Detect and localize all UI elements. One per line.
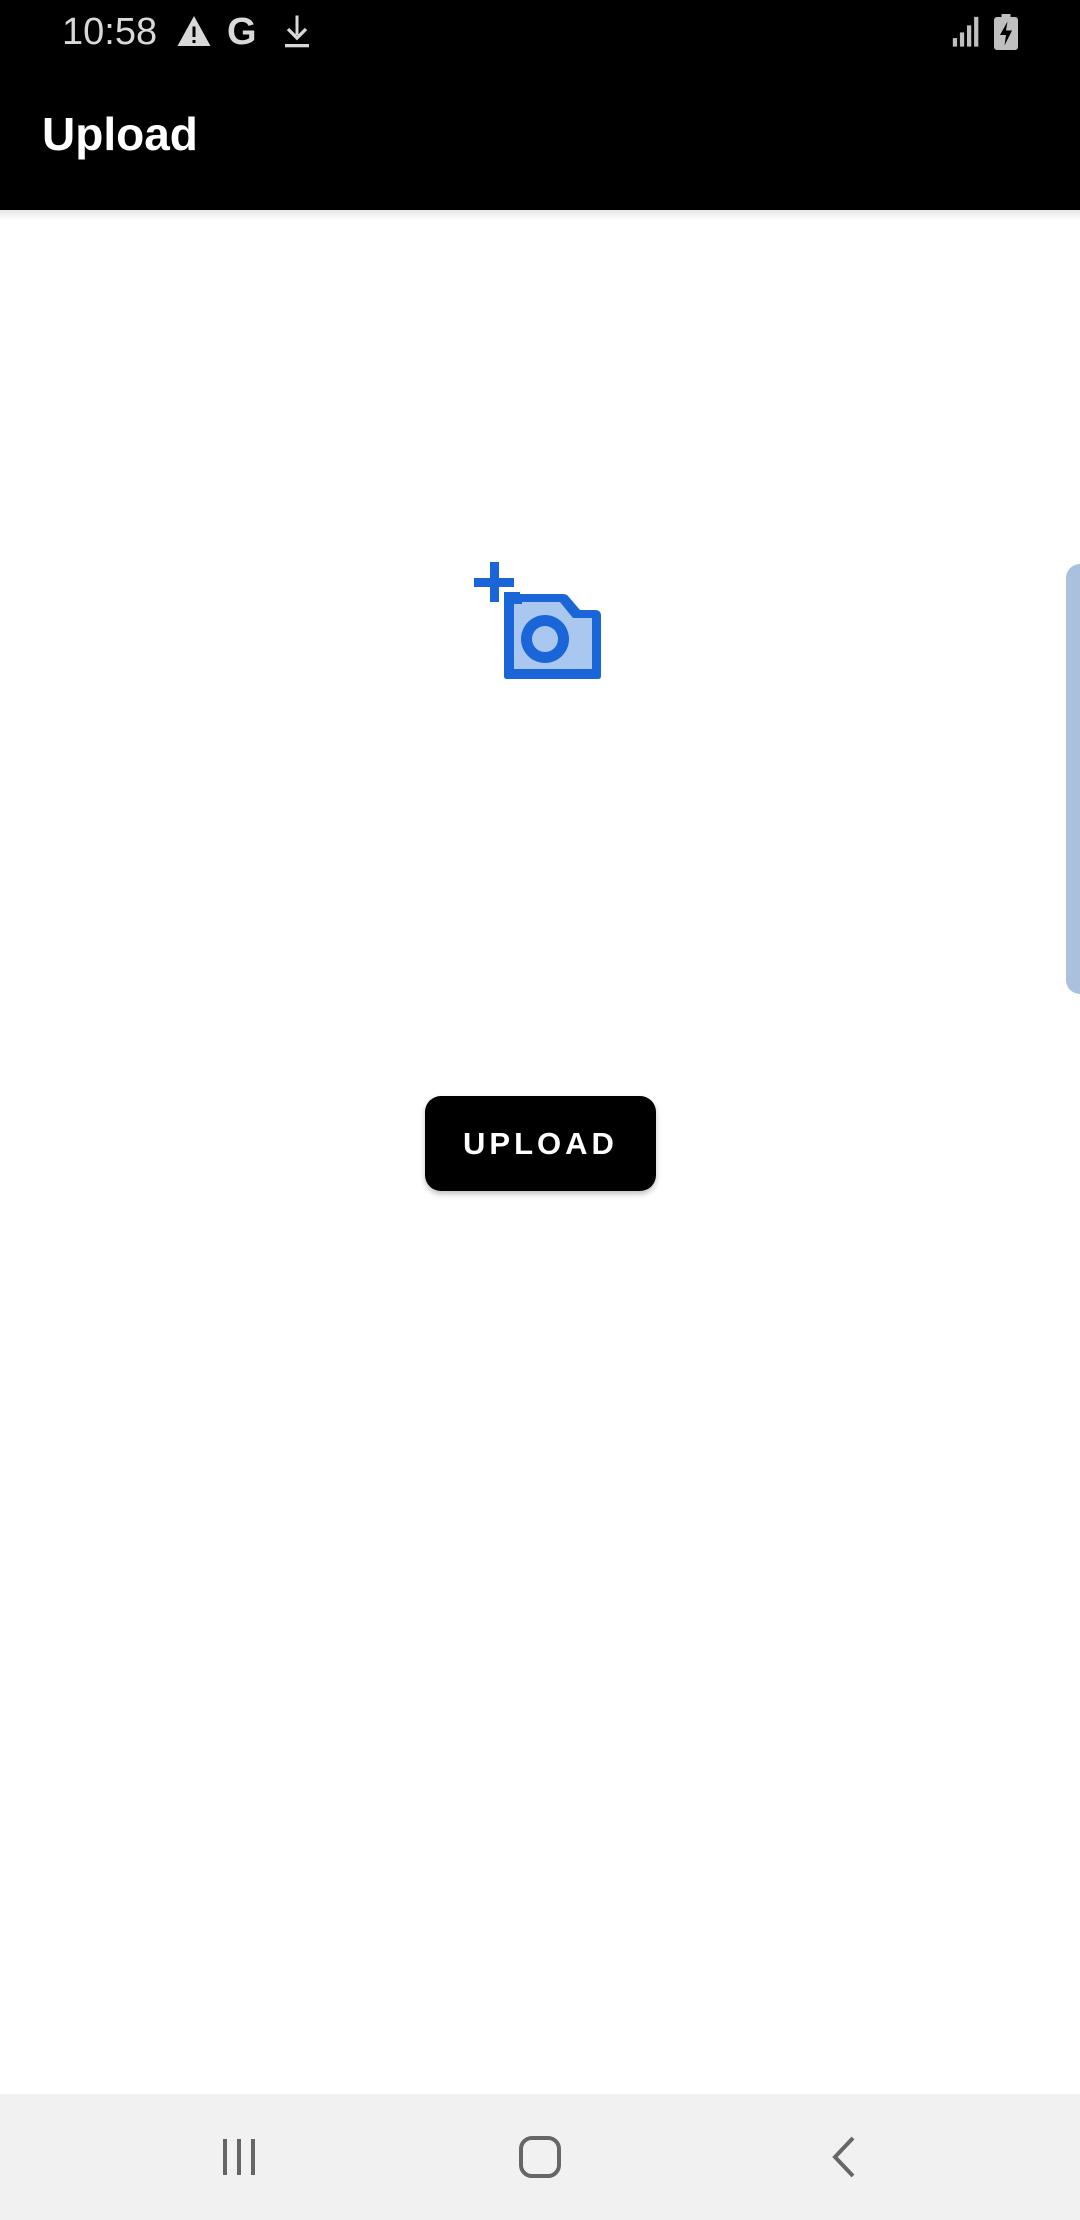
app-bar: Upload [0, 64, 1080, 210]
status-time: 10:58 [62, 11, 158, 53]
signal-icon [952, 16, 979, 47]
upload-button[interactable]: UPLOAD [425, 1096, 656, 1191]
edge-panel-handle[interactable] [1066, 564, 1080, 994]
recent-apps-button[interactable] [194, 2122, 284, 2192]
back-button[interactable] [800, 2122, 890, 2192]
warning-icon [177, 16, 211, 46]
navigation-bar [0, 2094, 1080, 2220]
status-bar: 10:58 G [0, 0, 1080, 64]
upload-screen: 10:58 G Upload UPLOAD [0, 0, 1080, 2220]
home-button[interactable] [495, 2122, 585, 2192]
download-icon [285, 15, 309, 48]
add-a-photo-icon[interactable] [470, 558, 606, 684]
battery-charging-icon [994, 14, 1018, 50]
page-title: Upload [42, 108, 198, 160]
app-bar-shadow [0, 210, 1080, 220]
google-icon: G [227, 11, 257, 53]
back-icon [832, 2136, 855, 2178]
recent-apps-icon [223, 2139, 255, 2175]
home-icon [519, 2136, 561, 2178]
